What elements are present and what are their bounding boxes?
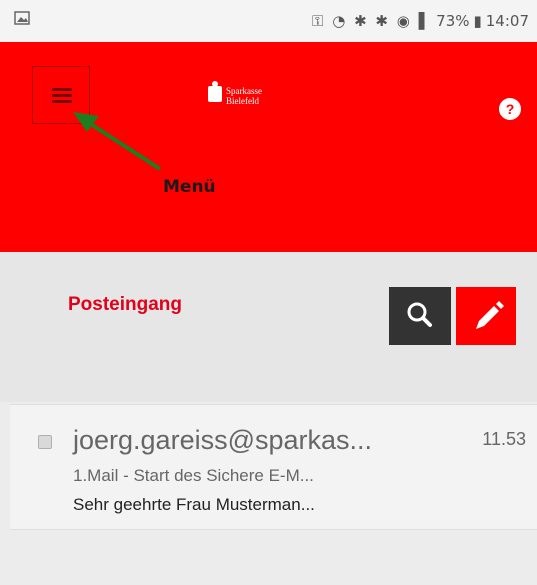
status-right: ⚿ ◔ ✱ ✱ ◉ ▌ 73% ▮ 14:07 <box>312 12 529 30</box>
app-header: Sparkasse Bielefeld ? Menü <box>0 42 537 252</box>
annotation-label: Menü <box>163 177 216 197</box>
logo-line1: Sparkasse <box>226 86 262 96</box>
status-bar: ⚿ ◔ ✱ ✱ ◉ ▌ 73% ▮ 14:07 <box>0 0 537 42</box>
menu-icon-bar <box>52 94 72 97</box>
compose-button[interactable] <box>456 287 516 345</box>
logo-line2: Bielefeld <box>226 96 259 106</box>
annotation-arrow <box>73 112 162 171</box>
empty-list-area <box>0 530 537 585</box>
help-icon[interactable]: ? <box>499 98 521 120</box>
battery-icon: ▮ <box>473 12 482 30</box>
menu-icon-bar <box>52 100 72 103</box>
status-icons: ⚿ ◔ ✱ ✱ ◉ ▌ <box>312 12 433 30</box>
mail-time: 11.53 <box>482 429 526 449</box>
image-icon <box>14 10 30 31</box>
mail-subject: 1.Mail - Start des Sichere E-M... <box>73 466 314 485</box>
mail-list-item[interactable]: joerg.gareiss@sparkas... 11.53 1.Mail - … <box>10 404 537 530</box>
pencil-icon <box>476 301 504 329</box>
sparkasse-logo-icon <box>208 81 222 102</box>
clock-text: 14:07 <box>485 12 529 30</box>
search-icon <box>407 302 432 327</box>
bank-logo: Sparkasse Bielefeld <box>208 81 262 106</box>
mailbox-toolbar: Posteingang <box>0 252 537 402</box>
menu-icon-bar <box>52 88 72 91</box>
page-title: Posteingang <box>68 294 183 315</box>
mail-checkbox[interactable] <box>38 435 52 449</box>
mail-preview: Sehr geehrte Frau Musterman... <box>73 495 315 514</box>
mail-sender: joerg.gareiss@sparkas... <box>73 425 373 455</box>
battery-text: 73% <box>436 12 470 30</box>
search-button[interactable] <box>389 287 451 345</box>
